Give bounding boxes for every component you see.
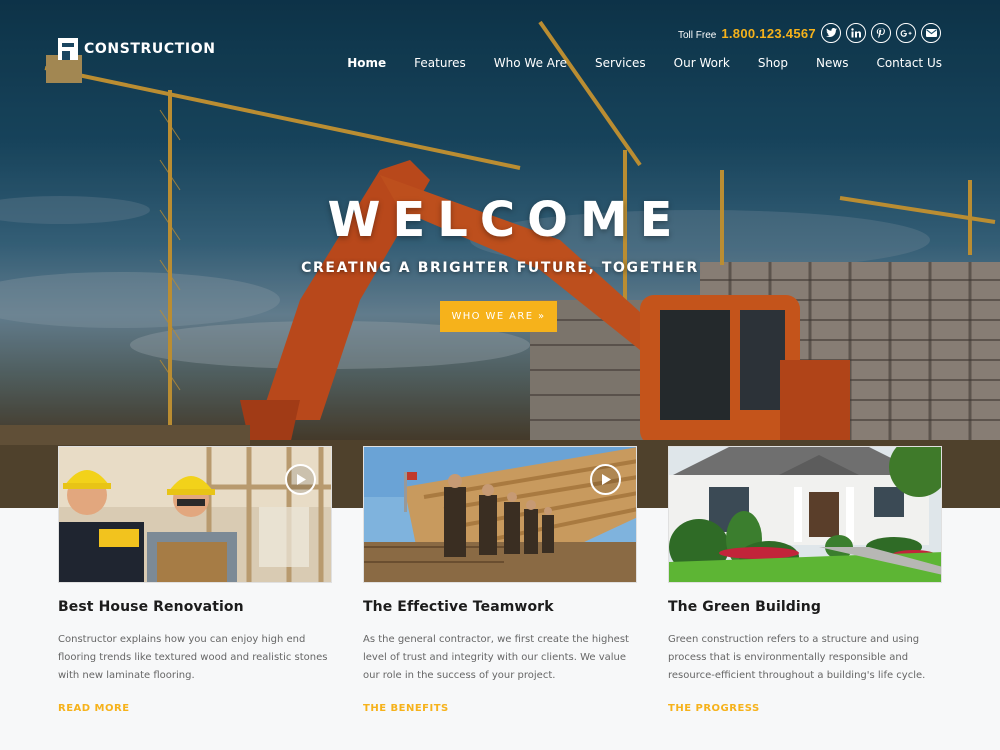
nav-features[interactable]: Features [414, 56, 466, 70]
feature-card: The Effective Teamwork As the general co… [363, 446, 637, 714]
linkedin-icon[interactable] [846, 23, 866, 43]
hero-title: WELCOME [327, 192, 685, 248]
card-description: Green construction refers to a structure… [668, 634, 926, 681]
site-logo[interactable]: CONSTRUCTION [58, 38, 216, 60]
twitter-icon[interactable] [821, 23, 841, 43]
nav-shop[interactable]: Shop [758, 56, 788, 70]
play-video-icon[interactable] [590, 464, 621, 495]
nav-home[interactable]: Home [347, 56, 386, 70]
who-we-are-button[interactable]: WHO WE ARE » [440, 301, 557, 332]
toll-free: Toll Free 1.800.123.4567 [678, 26, 816, 41]
card-description: As the general contractor, we first crea… [363, 634, 629, 681]
card-image-green-building[interactable] [668, 446, 942, 583]
nav-services[interactable]: Services [595, 56, 646, 70]
feature-card: Best House Renovation Constructor explai… [58, 446, 332, 714]
hero-banner [0, 0, 1000, 508]
the-progress-link[interactable]: THE PROGRESS [668, 703, 942, 714]
card-title: The Green Building [668, 599, 821, 615]
card-description: Constructor explains how you can enjoy h… [58, 634, 328, 681]
nav-our-work[interactable]: Our Work [674, 56, 730, 70]
nav-who-we-are[interactable]: Who We Are [494, 56, 567, 70]
social-links [821, 23, 941, 43]
nav-contact-us[interactable]: Contact Us [876, 56, 942, 70]
card-image-teamwork[interactable] [363, 446, 637, 583]
nav-news[interactable]: News [816, 56, 848, 70]
card-image-renovation[interactable] [58, 446, 332, 583]
logo-icon [58, 38, 78, 60]
read-more-link[interactable]: READ MORE [58, 703, 332, 714]
the-benefits-link[interactable]: THE BENEFITS [363, 703, 637, 714]
main-navigation: Home Features Who We Are Services Our Wo… [347, 56, 942, 70]
play-video-icon[interactable] [285, 464, 316, 495]
feature-card: The Green Building Green construction re… [668, 446, 942, 714]
toll-number[interactable]: 1.800.123.4567 [721, 26, 816, 41]
email-icon[interactable] [921, 23, 941, 43]
card-title: The Effective Teamwork [363, 599, 554, 615]
toll-label: Toll Free [678, 30, 717, 41]
google-plus-icon[interactable] [896, 23, 916, 43]
logo-text: CONSTRUCTION [84, 41, 216, 57]
hero-subtitle: CREATING A BRIGHTER FUTURE, TOGETHER [301, 260, 699, 276]
pinterest-icon[interactable] [871, 23, 891, 43]
card-title: Best House Renovation [58, 599, 244, 615]
